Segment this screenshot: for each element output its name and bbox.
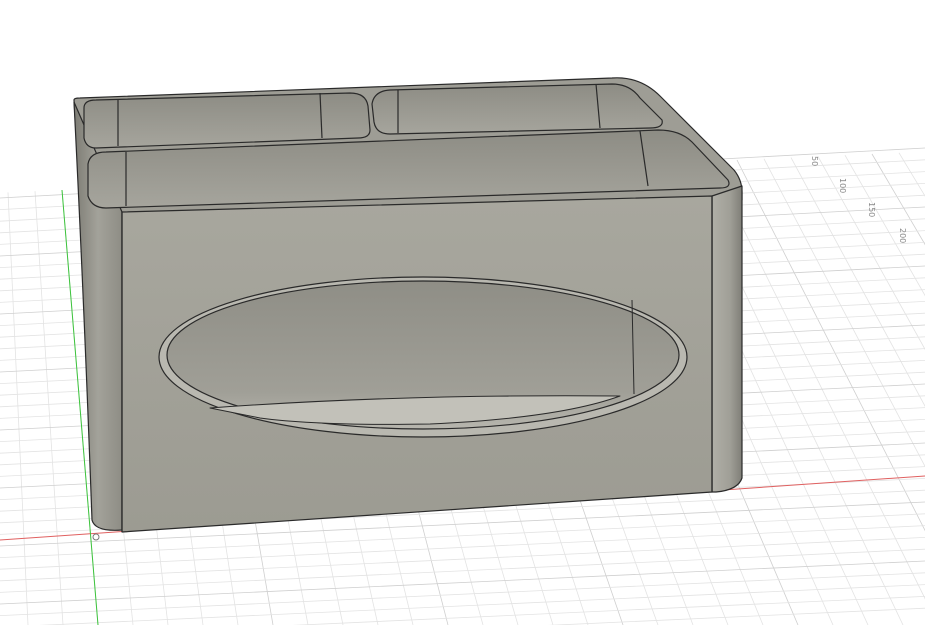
grid-label: 50 bbox=[810, 156, 819, 166]
grid-line bbox=[39, 584, 925, 625]
grid-line bbox=[34, 191, 64, 625]
organizer-box-model[interactable] bbox=[73, 77, 743, 533]
grid-line bbox=[871, 153, 925, 246]
grid-line bbox=[736, 159, 925, 532]
3d-viewport[interactable]: 50 100 150 200 bbox=[0, 0, 925, 625]
grid-label: 150 bbox=[867, 202, 876, 217]
grid-line bbox=[7, 192, 29, 625]
grid-line bbox=[0, 525, 925, 570]
grid-line bbox=[0, 572, 925, 616]
grid-label: 200 bbox=[898, 228, 907, 243]
grid-line bbox=[547, 607, 925, 625]
grid-line bbox=[0, 548, 925, 593]
box-right-face bbox=[711, 185, 743, 493]
scene-canvas[interactable]: 50 100 150 200 bbox=[0, 0, 925, 625]
grid-label: 100 bbox=[838, 178, 847, 193]
grid-line bbox=[0, 537, 925, 582]
compartment-back-left[interactable] bbox=[83, 92, 371, 149]
origin-marker bbox=[92, 533, 100, 541]
compartment-back-right[interactable] bbox=[371, 83, 663, 135]
grid-line bbox=[817, 156, 925, 351]
